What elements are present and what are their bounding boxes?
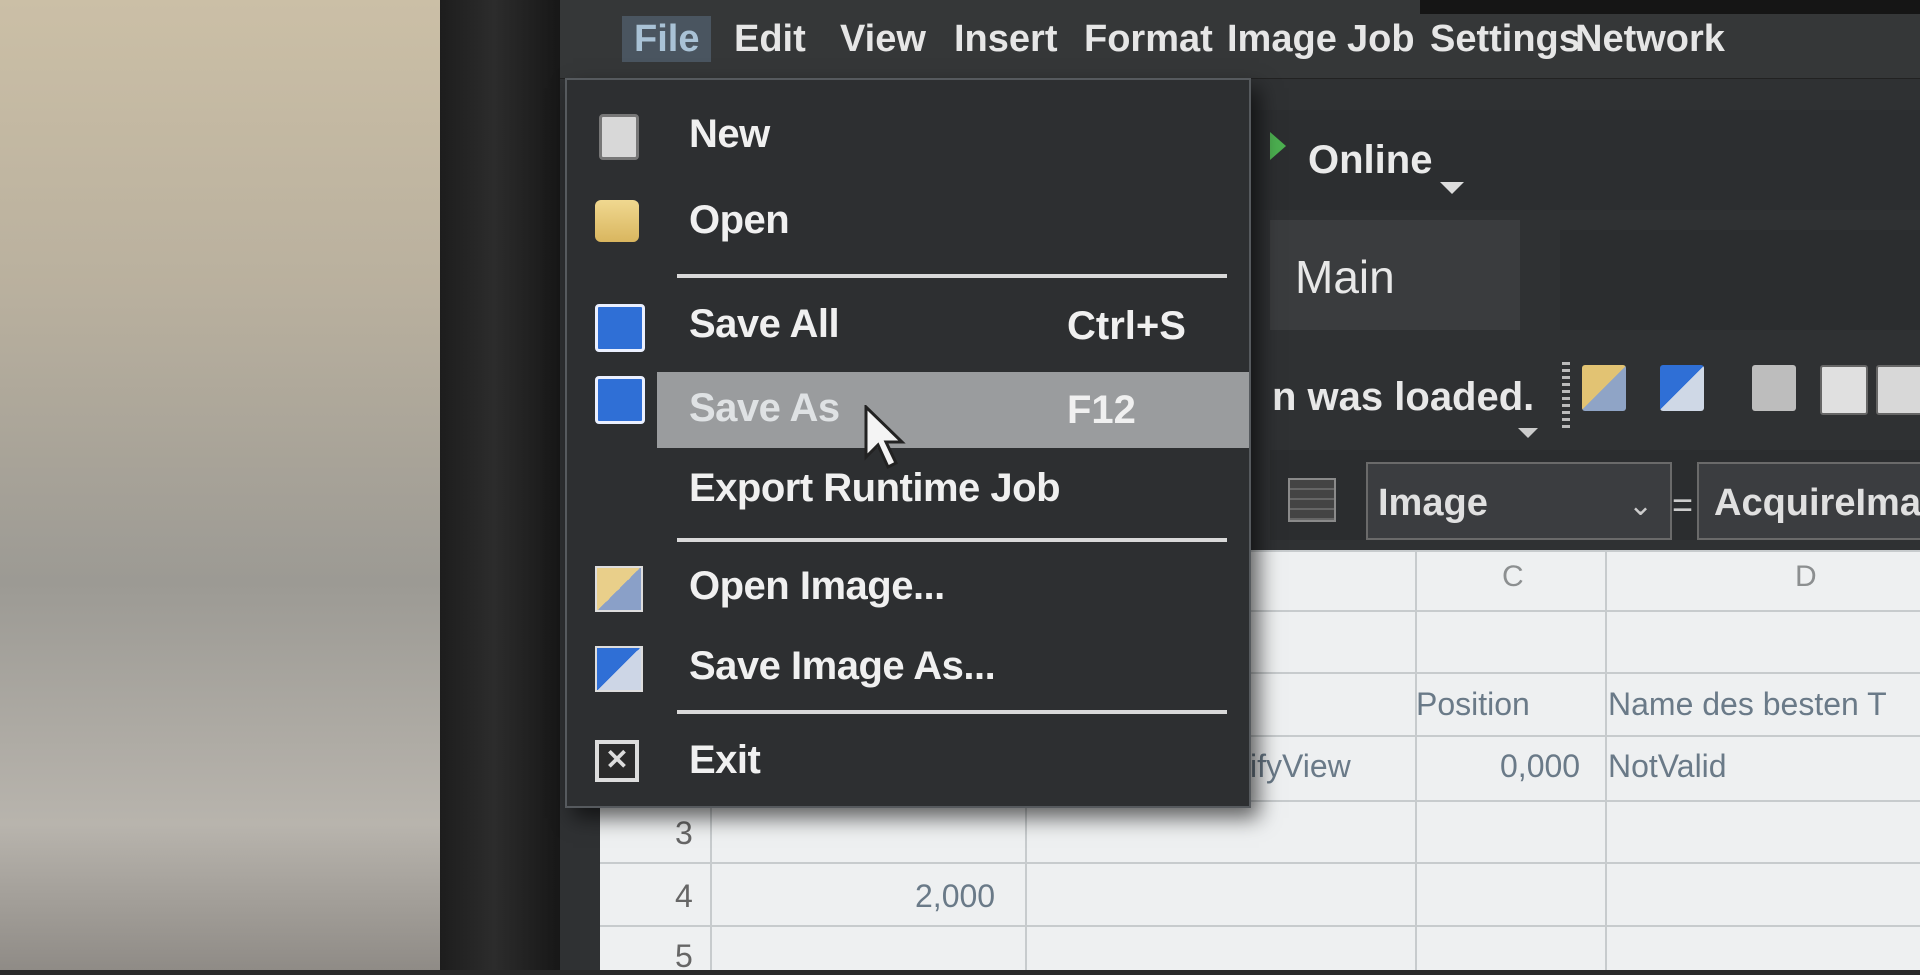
- menu-item-new[interactable]: New: [567, 98, 1249, 174]
- cell-c-row2[interactable]: 0,000: [1500, 748, 1580, 785]
- tab-main-label: Main: [1295, 251, 1395, 303]
- save-icon: [595, 304, 645, 352]
- menu-edit[interactable]: Edit: [722, 16, 818, 62]
- menu-item-label: Save All: [689, 302, 840, 346]
- menu-format[interactable]: Format: [1072, 16, 1225, 62]
- row-header-4[interactable]: 4: [675, 878, 693, 915]
- equals-sign: =: [1672, 484, 1694, 525]
- grid-line: [710, 780, 712, 970]
- cell-d-row2[interactable]: NotValid: [1608, 748, 1727, 785]
- toolbar-grip[interactable]: [1562, 362, 1570, 432]
- menu-item-label: Exit: [689, 738, 761, 782]
- menu-view[interactable]: View: [828, 16, 938, 62]
- online-status-icon: [1270, 132, 1286, 160]
- online-status-label[interactable]: Online: [1308, 138, 1432, 183]
- formula-value: AcquireImage: [1714, 482, 1920, 524]
- cell-d-header[interactable]: Name des besten T: [1608, 686, 1887, 723]
- tab-strip: [1560, 230, 1920, 330]
- exit-icon: ✕: [595, 740, 639, 782]
- save-as-icon: [595, 376, 645, 424]
- column-header-d[interactable]: D: [1795, 560, 1817, 594]
- menu-item-exit[interactable]: ✕ Exit: [567, 724, 1249, 800]
- menu-item-label: New: [689, 112, 770, 156]
- grid-line: [1415, 550, 1417, 970]
- cell-reference-value: Image: [1378, 482, 1488, 524]
- cell-c-header[interactable]: Position: [1416, 686, 1530, 723]
- grid-line: [600, 925, 1920, 927]
- open-image-toolbar-icon[interactable]: [1582, 365, 1626, 411]
- chevron-down-icon[interactable]: ⌄: [1628, 488, 1653, 523]
- mouse-cursor-icon: [864, 405, 906, 470]
- menu-separator: [677, 274, 1227, 278]
- menu-file[interactable]: File: [622, 16, 712, 62]
- menu-image[interactable]: Image: [1215, 16, 1349, 62]
- grid-line: [1605, 550, 1607, 970]
- menu-item-open[interactable]: Open: [567, 184, 1249, 260]
- menu-bar: File Edit View Insert Format Image Job S…: [560, 0, 1920, 79]
- online-dropdown-icon[interactable]: [1440, 182, 1464, 194]
- menu-item-label: Save Image As...: [689, 644, 996, 688]
- save-image-toolbar-icon[interactable]: [1660, 365, 1704, 411]
- background-desk: [0, 0, 440, 970]
- menu-item-label: Open Image...: [689, 564, 945, 608]
- save-image-icon: [595, 646, 643, 692]
- menu-item-open-image[interactable]: Open Image...: [567, 550, 1249, 626]
- cell-b-row2[interactable]: ifyView: [1250, 748, 1351, 785]
- copy-icon[interactable]: [1820, 365, 1868, 415]
- cell-a-row4[interactable]: 2,000: [915, 878, 995, 915]
- menu-item-shortcut: F12: [1067, 388, 1136, 432]
- row-header-5[interactable]: 5: [675, 938, 693, 975]
- menu-item-label: Open: [689, 198, 790, 242]
- menu-item-label: Save As: [689, 386, 840, 430]
- cut-icon[interactable]: [1752, 365, 1796, 411]
- menu-separator: [677, 538, 1227, 542]
- grid-line: [1025, 780, 1027, 970]
- grid-line: [600, 862, 1920, 864]
- menu-network[interactable]: Network: [1563, 16, 1737, 62]
- status-dropdown-icon[interactable]: [1518, 428, 1538, 438]
- menu-item-save-all[interactable]: Save All Ctrl+S: [567, 288, 1249, 364]
- open-image-icon: [595, 566, 643, 612]
- menu-item-save-as[interactable]: Save As F12: [657, 372, 1249, 448]
- menu-insert[interactable]: Insert: [942, 16, 1069, 62]
- row-header-3[interactable]: 3: [675, 815, 693, 852]
- menu-item-save-image-as[interactable]: Save Image As...: [567, 630, 1249, 706]
- new-file-icon: [599, 114, 639, 160]
- monitor-bezel: [440, 0, 560, 970]
- spreadsheet-icon[interactable]: [1288, 478, 1336, 522]
- title-strip: [1420, 0, 1920, 14]
- menu-item-shortcut: Ctrl+S: [1067, 304, 1186, 348]
- column-header-c[interactable]: C: [1502, 560, 1524, 594]
- status-message: n was loaded.: [1272, 375, 1535, 419]
- open-folder-icon: [595, 200, 639, 242]
- paste-icon[interactable]: [1876, 365, 1920, 415]
- menu-job[interactable]: Job: [1335, 16, 1427, 62]
- menu-separator: [677, 710, 1227, 714]
